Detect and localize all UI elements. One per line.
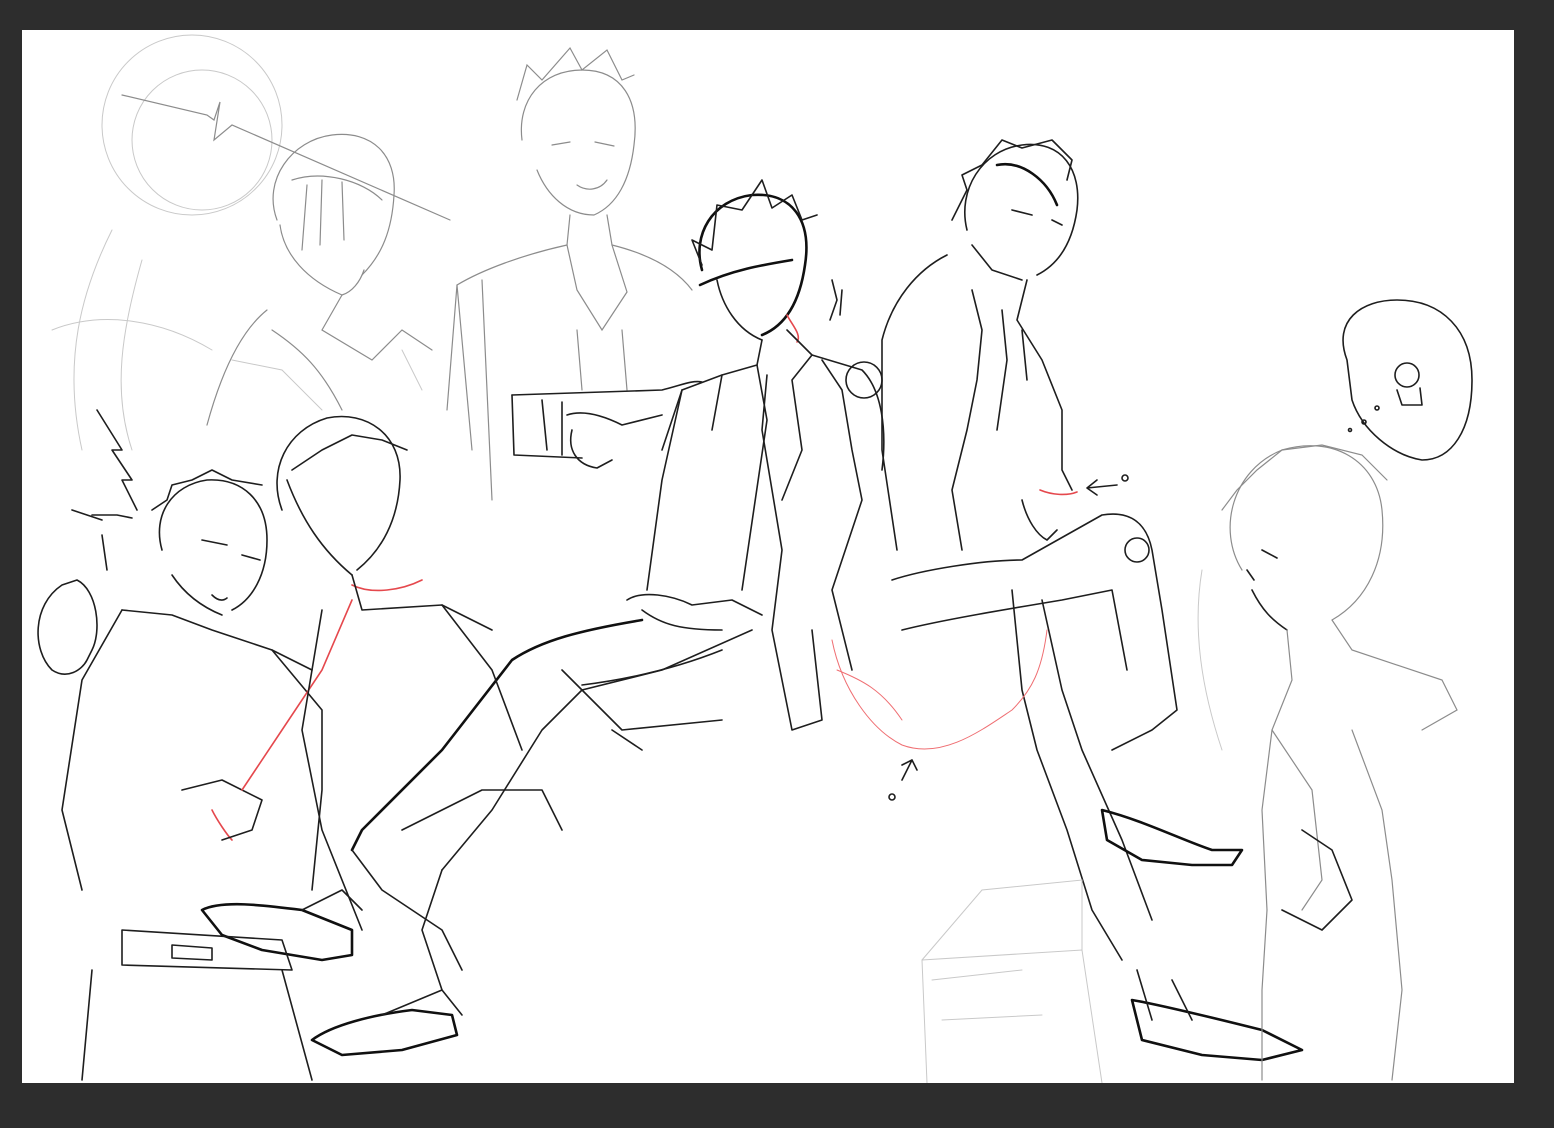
figure-right-seated (881, 139, 1304, 1062)
drawing-canvas[interactable] (22, 30, 1514, 1083)
rough-construction-topleft (51, 34, 283, 451)
figure-right-standing (1197, 299, 1473, 1081)
crate-structure (921, 879, 1103, 1083)
workspace-background (0, 0, 1554, 1128)
figure-top-center (446, 46, 693, 501)
figure-top-left (121, 94, 451, 426)
sketch-artwork (37, 34, 1473, 1083)
figure-center-seated (200, 179, 885, 1057)
red-guide-curve (831, 629, 1048, 750)
figure-left-pair (37, 409, 523, 1081)
